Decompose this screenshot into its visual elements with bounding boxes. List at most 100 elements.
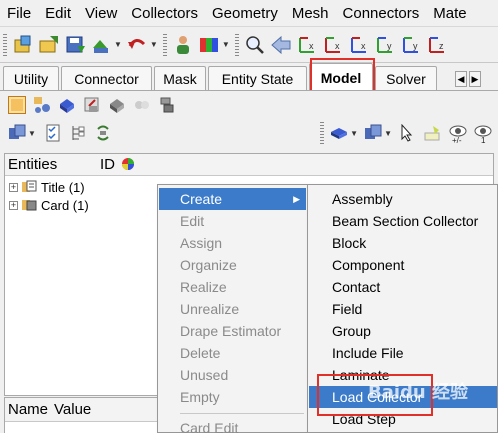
submenu-item-include-file[interactable]: Include File — [309, 342, 497, 364]
menu-item-create[interactable]: Create ▶ — [159, 188, 306, 210]
tab-utility[interactable]: Utility — [3, 66, 59, 91]
menu-item-card-edit[interactable]: Card Edit — [159, 417, 306, 433]
show-hide-icon[interactable]: +/- — [448, 124, 467, 145]
hierarchy-view-icon[interactable] — [158, 96, 176, 114]
assembly-view-icon[interactable] — [33, 96, 51, 114]
tree-expand-icon[interactable] — [69, 124, 87, 142]
view-neg-z-icon[interactable]: y — [400, 34, 422, 56]
zoom-icon[interactable] — [244, 34, 266, 56]
card-icon — [22, 200, 37, 211]
svg-text:x: x — [309, 41, 314, 51]
menu-separator — [180, 413, 304, 414]
tab-model[interactable]: Model — [309, 63, 373, 92]
tab-entity-state[interactable]: Entity State — [208, 66, 307, 91]
view-top-icon[interactable]: z — [426, 34, 448, 56]
browser-header: Entities ID — [5, 154, 493, 176]
menu-item-drape-estimator[interactable]: Drape Estimator — [159, 320, 306, 342]
svg-text:+/-: +/- — [452, 136, 462, 144]
submenu-item-beam-section-collector[interactable]: Beam Section Collector — [309, 210, 497, 232]
main-toolbar: ▼ ▼ ▼ x x x y y z — [0, 27, 498, 63]
submenu-item-component[interactable]: Component — [309, 254, 497, 276]
toolbar-grip-2[interactable] — [162, 33, 167, 56]
highlight-icon[interactable] — [423, 124, 441, 142]
export-dropdown-icon[interactable]: ▼ — [114, 40, 122, 49]
svg-text:x: x — [335, 41, 340, 51]
tab-scroll-left-icon[interactable]: ◀ — [455, 71, 467, 87]
submenu-item-load-step[interactable]: Load Step — [309, 408, 497, 430]
view-back-icon[interactable] — [270, 34, 292, 56]
entity-type-icons — [8, 92, 183, 118]
menu-item-assign[interactable]: Assign — [159, 232, 306, 254]
color-column-icon[interactable] — [121, 157, 135, 175]
user-icon[interactable] — [172, 34, 194, 56]
menu-item-delete[interactable]: Delete — [159, 342, 306, 364]
checklist-icon[interactable] — [44, 124, 62, 142]
color-dropdown-icon[interactable]: ▼ — [222, 40, 230, 49]
entities-column-header[interactable]: Entities — [8, 156, 57, 173]
browser-toolbar-grip[interactable] — [320, 122, 325, 144]
submenu-item-block[interactable]: Block — [309, 232, 497, 254]
menu-item-empty[interactable]: Empty — [159, 386, 306, 408]
menu-connectors[interactable]: Connectors — [336, 0, 427, 26]
refresh-icon[interactable] — [94, 124, 112, 142]
toolbar-grip[interactable] — [3, 33, 7, 56]
select-cursor-icon[interactable] — [398, 123, 416, 142]
display-mode-icon[interactable] — [8, 124, 26, 142]
menu-file[interactable]: File — [0, 0, 38, 26]
tab-solver[interactable]: Solver — [375, 66, 437, 91]
submenu-item-field[interactable]: Field — [309, 298, 497, 320]
menu-item-unused[interactable]: Unused — [159, 364, 306, 386]
tab-scroll-right-icon[interactable]: ▶ — [469, 71, 481, 87]
menu-item-edit[interactable]: Edit — [159, 210, 306, 232]
menu-item-organize[interactable]: Organize — [159, 254, 306, 276]
view-y-icon[interactable]: x — [348, 34, 370, 56]
submenu-item-laminate[interactable]: Laminate — [309, 364, 497, 386]
tree-row-title[interactable]: + Title (1) — [9, 178, 85, 196]
component-view-icon[interactable] — [8, 96, 26, 114]
menu-collectors[interactable]: Collectors — [124, 0, 205, 26]
view-x-icon[interactable]: x — [296, 34, 318, 56]
import-icon[interactable] — [38, 34, 60, 56]
expand-icon[interactable]: + — [9, 182, 18, 192]
menu-geometry[interactable]: Geometry — [205, 0, 285, 26]
tab-connector[interactable]: Connector — [61, 66, 152, 91]
value-column-header[interactable]: Value — [54, 401, 91, 418]
menu-view[interactable]: View — [78, 0, 124, 26]
view-z-icon[interactable]: y — [374, 34, 396, 56]
svg-text:y: y — [387, 41, 392, 51]
submenu-item-group[interactable]: Group — [309, 320, 497, 342]
menu-item-unrealize[interactable]: Unrealize — [159, 298, 306, 320]
submenu-item-contact[interactable]: Contact — [309, 276, 497, 298]
export-icon[interactable] — [90, 34, 112, 56]
undo-icon[interactable] — [126, 34, 148, 56]
shaded-mode-dropdown-icon[interactable]: ▼ — [350, 129, 358, 138]
submenu-item-assembly[interactable]: Assembly — [309, 188, 497, 210]
submenu-item-load-collector[interactable]: Load Collector — [309, 386, 497, 408]
menu-materials[interactable]: Mate — [426, 0, 473, 26]
element-color-icon[interactable] — [364, 124, 382, 142]
tab-mask[interactable]: Mask — [154, 66, 206, 91]
tree-row-card[interactable]: + Card (1) — [9, 196, 89, 214]
shaded-mode-icon[interactable] — [330, 124, 348, 142]
display-mode-dropdown-icon[interactable]: ▼ — [28, 129, 36, 138]
material-view-icon[interactable] — [58, 96, 76, 114]
view-neg-x-icon[interactable]: x — [322, 34, 344, 56]
menu-item-realize[interactable]: Realize — [159, 276, 306, 298]
expand-icon[interactable]: + — [9, 200, 18, 210]
save-icon[interactable] — [64, 34, 86, 56]
color-icon[interactable] — [198, 34, 220, 56]
property-view-icon[interactable] — [83, 96, 101, 114]
undo-dropdown-icon[interactable]: ▼ — [150, 40, 158, 49]
context-menu: Create ▶ Edit Assign Organize Realize Un… — [157, 184, 308, 433]
open-model-icon[interactable] — [12, 34, 34, 56]
toolbar-grip-3[interactable] — [234, 33, 239, 56]
menu-mesh[interactable]: Mesh — [285, 0, 336, 26]
name-column-header[interactable]: Name — [8, 401, 48, 418]
element-color-dropdown-icon[interactable]: ▼ — [384, 129, 392, 138]
set-view-icon[interactable] — [108, 96, 126, 114]
show-only-icon[interactable]: 1 — [473, 124, 492, 145]
id-column-header[interactable]: ID — [100, 156, 115, 173]
svg-text:1: 1 — [481, 136, 486, 144]
tree-row-label: Card (1) — [41, 197, 89, 213]
menu-edit[interactable]: Edit — [38, 0, 78, 26]
